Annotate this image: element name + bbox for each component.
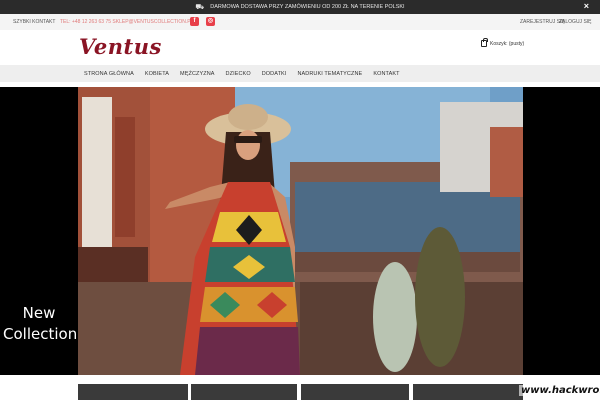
hero-photo [0, 87, 600, 375]
shopping-bag-icon [481, 38, 488, 47]
instagram-icon[interactable]: ◎ [206, 17, 215, 26]
new-collection-banner[interactable]: New Collection [3, 303, 78, 345]
cart-button[interactable]: Koszyk: (pusty) [481, 38, 525, 47]
facebook-icon[interactable]: f [190, 17, 199, 26]
banner-line-2: Collection [3, 325, 78, 343]
banner-line-1: New [22, 304, 56, 322]
product-thumbnail[interactable] [413, 384, 523, 400]
nav-item-women[interactable]: KOBIETA [145, 71, 169, 77]
shipping-text: DARMOWA DOSTAWA PRZY ZAMÓWIENIU OD 200 Z… [210, 4, 405, 10]
nav-item-contact[interactable]: KONTAKT [373, 71, 399, 77]
quick-contact-link[interactable]: SZYBKI KONTAKT [13, 19, 55, 25]
main-navigation: STRONA GŁÓWNA KOBIETA MĘŻCZYZNA DZIECKO … [0, 65, 600, 82]
product-thumbnail[interactable] [301, 384, 409, 400]
product-thumbnail[interactable] [191, 384, 297, 400]
shipping-info-bar: ⛟ DARMOWA DOSTAWA PRZY ZAMÓWIENIU OD 200… [0, 0, 600, 14]
hero-slider[interactable] [0, 87, 600, 375]
nav-item-home[interactable]: STRONA GŁÓWNA [84, 71, 134, 77]
watermark-text: www.hackwro.pl [519, 385, 600, 396]
product-thumbnail[interactable] [78, 384, 188, 400]
contact-bar: SZYBKI KONTAKT TEL: +48 12 263 63 75 SKL… [0, 14, 600, 30]
contact-details[interactable]: TEL: +48 12 263 63 75 SKLEP@VENTUSCOLLEC… [60, 19, 193, 25]
nav-item-men[interactable]: MĘŻCZYZNA [180, 71, 215, 77]
truck-icon: ⛟ [195, 3, 205, 11]
nav-item-accessories[interactable]: DODATKI [262, 71, 287, 77]
ventus-logo[interactable]: Ventus [79, 34, 162, 59]
login-link[interactable]: ZALOGUJ SIĘ [559, 19, 592, 25]
close-icon[interactable]: × [584, 1, 589, 11]
nav-item-kids[interactable]: DZIECKO [226, 71, 251, 77]
nav-item-themed-prints[interactable]: NADRUKI TEMATYCZNE [297, 71, 362, 77]
cart-label: Koszyk: (pusty) [490, 40, 525, 47]
